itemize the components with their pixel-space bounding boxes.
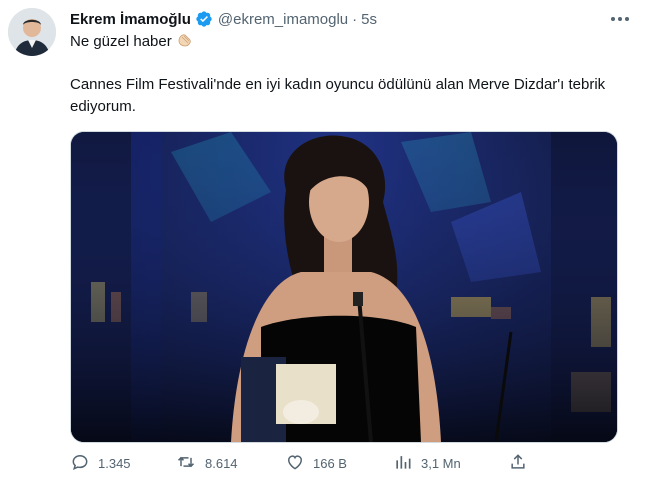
share-icon [508, 452, 536, 475]
heart-icon [285, 452, 313, 475]
tweet-timestamp[interactable]: 5s [361, 11, 377, 28]
like-button[interactable]: 166 B [285, 450, 347, 476]
author-handle[interactable]: @ekrem_imamoglu [218, 11, 348, 28]
like-count: 166 B [313, 455, 347, 471]
tweet-photo[interactable] [70, 131, 618, 443]
tweet-line1-text: Ne güzel haber [70, 33, 172, 50]
reply-icon [70, 452, 98, 475]
tweet-text: Cannes Film Festivali'nde en iyi kadın o… [70, 76, 606, 115]
views-chart-icon [393, 452, 421, 475]
views-button[interactable]: 3,1 Mn [393, 450, 461, 476]
retweet-icon [175, 452, 205, 475]
author-name[interactable]: Ekrem İmamoğlu [70, 11, 191, 28]
tweet-header: Ekrem İmamoğlu @ekrem_imamoglu · 5s [70, 8, 377, 30]
views-count: 3,1 Mn [421, 455, 461, 471]
retweet-count: 8.614 [205, 455, 238, 471]
more-dots-icon[interactable] [606, 8, 634, 30]
clapping-hands-emoji [176, 31, 194, 49]
reply-button[interactable]: 1.345 [70, 450, 131, 476]
separator-dot: · [352, 10, 358, 28]
tweet-first-line: Ne güzel haber [70, 31, 194, 52]
tweet-actions: 1.345 8.614 166 B 3,1 Mn [70, 450, 530, 476]
share-button[interactable] [508, 450, 536, 476]
reply-count: 1.345 [98, 455, 131, 471]
verified-badge-icon [195, 10, 213, 28]
retweet-button[interactable]: 8.614 [175, 450, 238, 476]
tweet: Ekrem İmamoğlu @ekrem_imamoglu · 5s Ne g… [0, 0, 650, 490]
avatar[interactable] [8, 8, 56, 56]
